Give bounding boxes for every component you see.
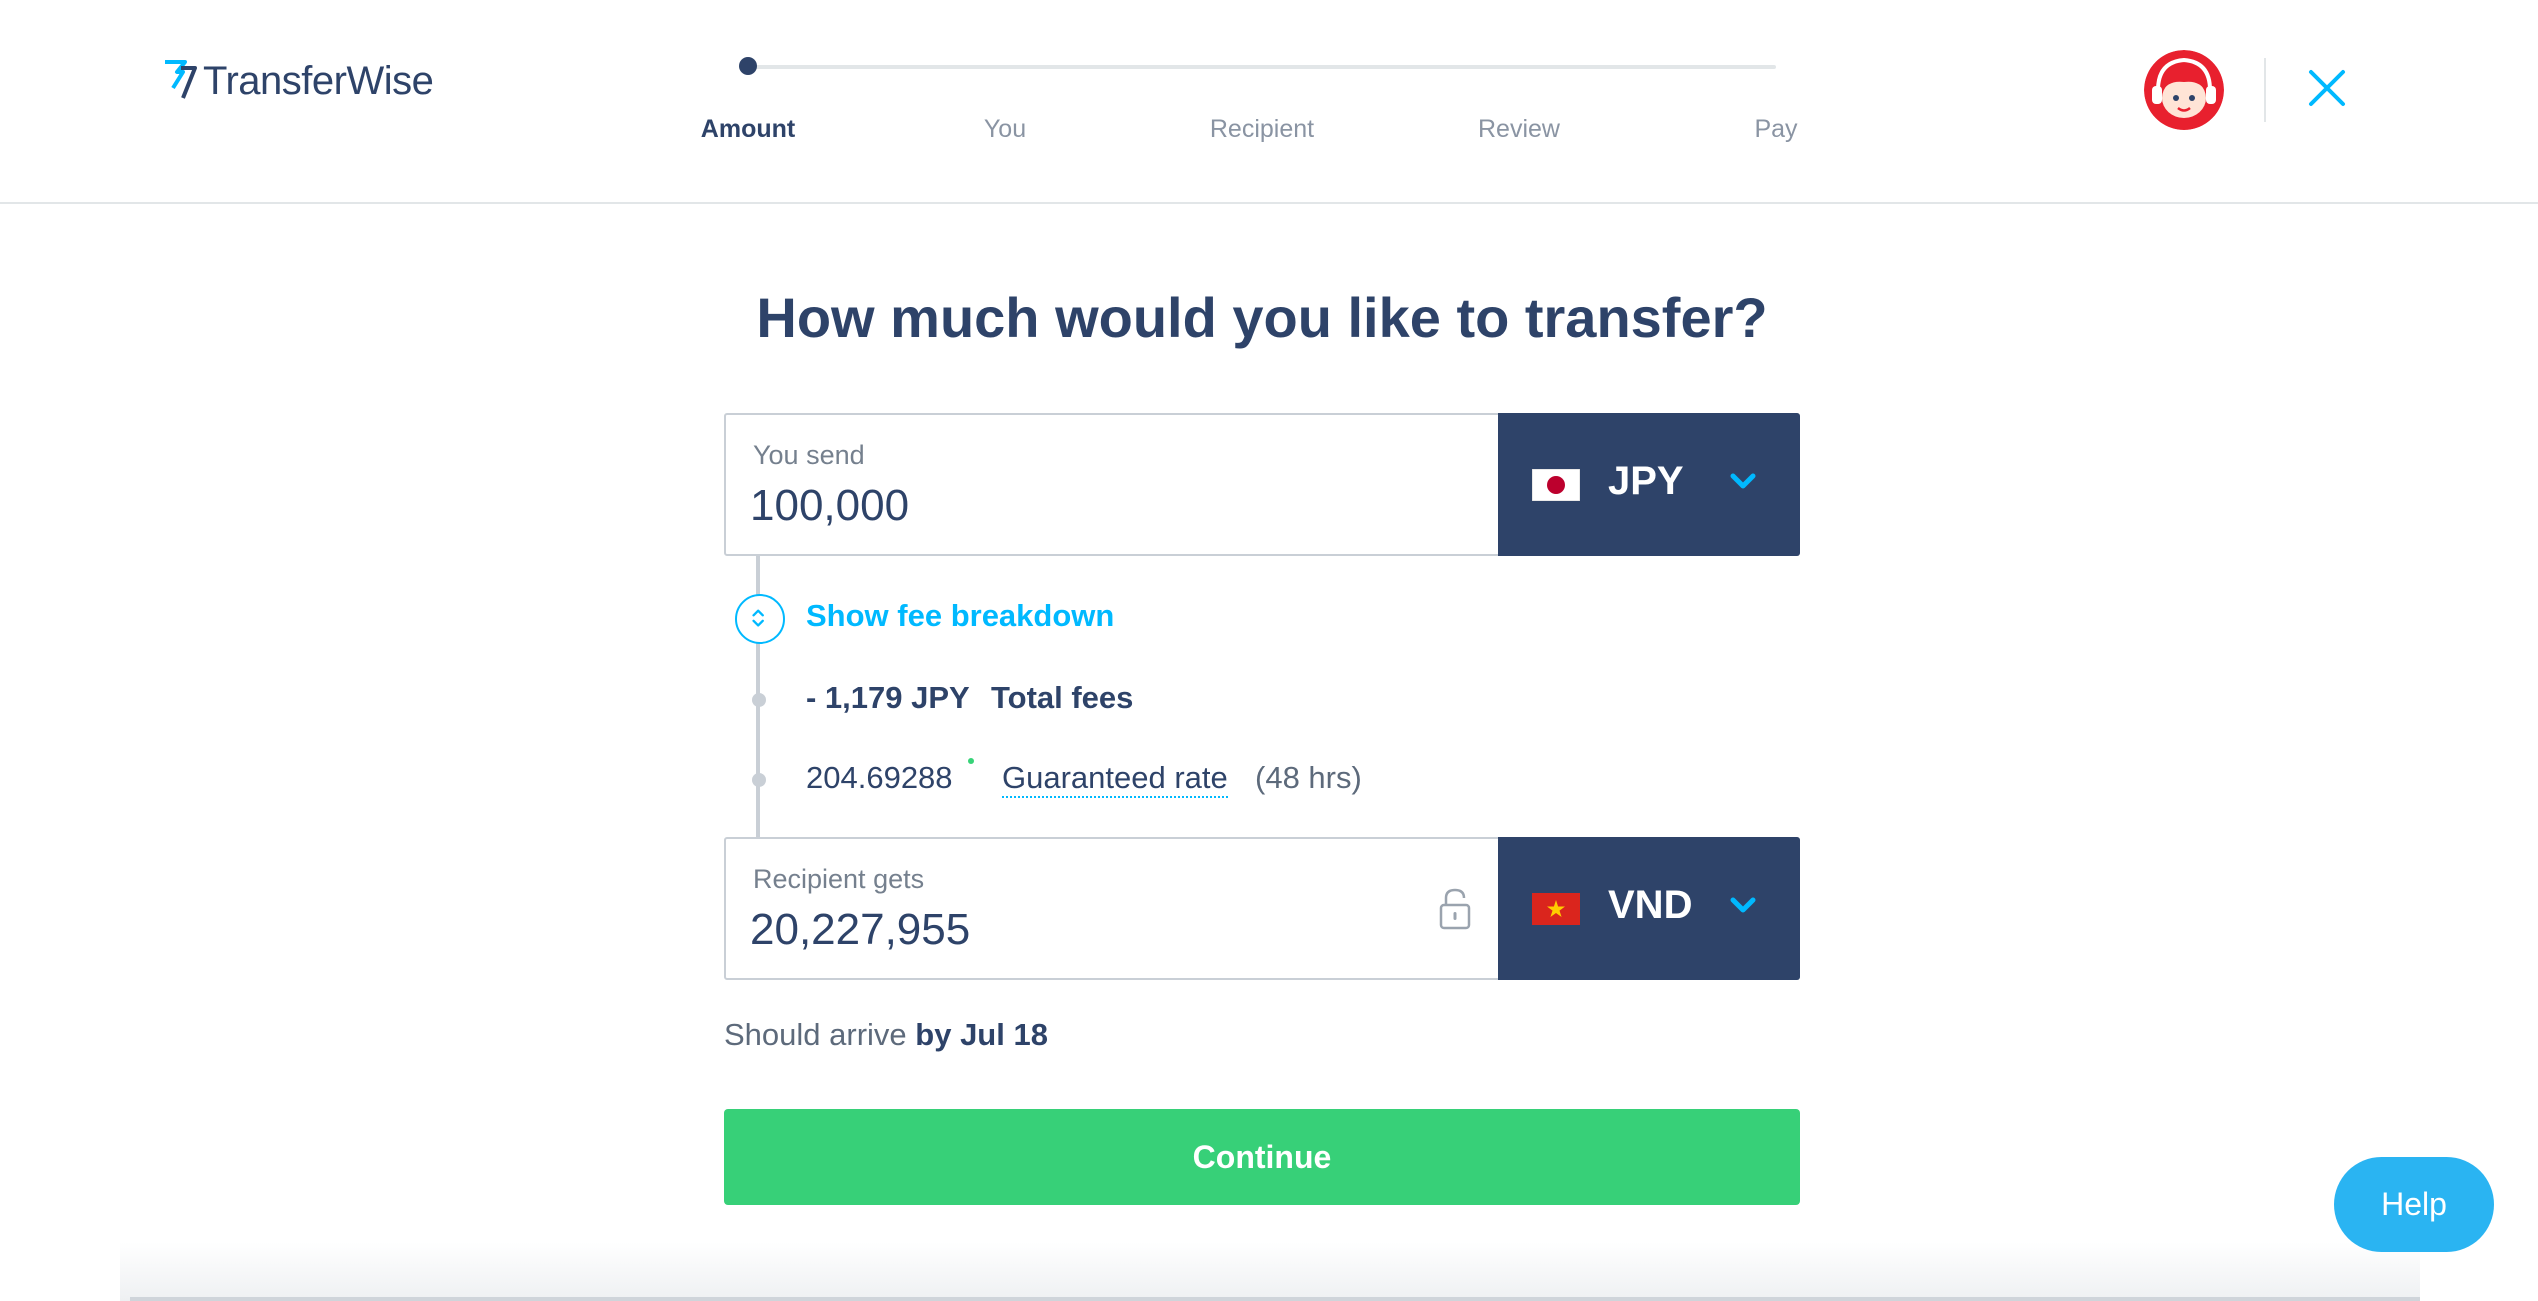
japan-flag-icon xyxy=(1532,469,1580,501)
rate-duration: (48 hrs) xyxy=(1255,760,1362,795)
stepper-current-dot xyxy=(739,57,757,75)
receive-field[interactable]: Recipient gets xyxy=(726,839,1502,978)
stepper-track xyxy=(748,65,1776,69)
send-field[interactable]: You send xyxy=(726,415,1502,554)
exchange-rate-value: 204.69288 xyxy=(806,760,953,795)
arrival-date: by Jul 18 xyxy=(915,1017,1048,1052)
send-currency-select[interactable]: JPY xyxy=(1498,413,1800,556)
send-amount-box: You send JPY xyxy=(724,413,1800,556)
rate-indicator-dot xyxy=(968,758,974,764)
send-currency-code: JPY xyxy=(1608,459,1684,503)
arrival-estimate: Should arrive by Jul 18 xyxy=(724,1017,1048,1053)
receive-amount-input[interactable] xyxy=(750,905,1350,955)
vietnam-flag-icon xyxy=(1532,893,1580,925)
continue-button[interactable]: Continue xyxy=(724,1109,1800,1205)
guaranteed-rate-link[interactable]: Guaranteed rate xyxy=(1002,760,1228,798)
show-fee-breakdown-link[interactable]: Show fee breakdown xyxy=(806,598,1114,634)
unlock-icon[interactable] xyxy=(1438,887,1472,931)
transferwise-logo[interactable]: TransferWise xyxy=(163,58,434,104)
total-fee-amount: - 1,179 JPY xyxy=(806,680,970,715)
close-icon[interactable] xyxy=(2305,66,2349,110)
header-divider xyxy=(2264,58,2266,122)
timeline-dot-fees xyxy=(752,693,766,707)
support-avatar-icon[interactable] xyxy=(2144,50,2224,130)
chevron-down-icon xyxy=(1730,473,1756,489)
expand-collapse-icon xyxy=(752,609,764,627)
header: TransferWise Amount You Recipient Review… xyxy=(0,0,2538,204)
page-bottom-shadow xyxy=(120,1242,2420,1301)
progress-stepper: Amount You Recipient Review Pay xyxy=(700,50,1800,150)
transferwise-flag-icon xyxy=(165,60,197,99)
chevron-down-icon xyxy=(1730,897,1756,913)
step-recipient: Recipient xyxy=(1209,115,1315,143)
step-amount: Amount xyxy=(700,115,796,143)
arrival-prefix: Should arrive xyxy=(724,1017,907,1052)
page-title: How much would you like to transfer? xyxy=(756,286,1768,349)
total-fees-label: Total fees xyxy=(991,680,1134,715)
send-amount-input[interactable] xyxy=(750,481,1350,531)
receive-label: Recipient gets xyxy=(753,864,925,894)
logo-text: TransferWise xyxy=(203,58,434,103)
step-review: Review xyxy=(1478,115,1560,143)
receive-amount-box: Recipient gets VND xyxy=(724,837,1800,980)
step-pay: Pay xyxy=(1754,115,1798,143)
page-bottom-border xyxy=(130,1297,2420,1301)
receive-currency-select[interactable]: VND xyxy=(1498,837,1800,980)
fee-breakdown-toggle[interactable] xyxy=(735,594,785,644)
send-label: You send xyxy=(753,440,865,470)
receive-currency-code: VND xyxy=(1608,883,1693,927)
timeline-dot-rate xyxy=(752,773,766,787)
step-you: You xyxy=(983,115,1027,143)
help-button[interactable]: Help xyxy=(2334,1157,2494,1252)
